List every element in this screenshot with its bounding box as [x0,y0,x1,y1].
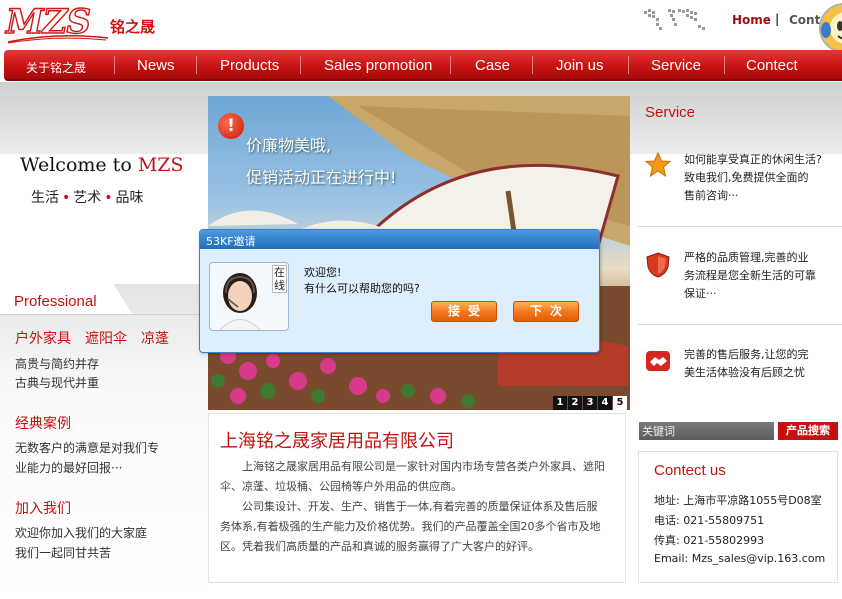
service-line: 严格的品质管理,完善的业 [684,251,809,264]
home-link[interactable]: Home [732,13,771,27]
service-item-text: 如何能享受真正的休闲生活? 致电我们,免费提供全面的 售前咨询··· [684,151,840,205]
product-line: 古典与现代并重 [15,376,100,390]
contact-fax: 传真: 021-55802993 [654,534,765,547]
logo[interactable]: MZS 铭之晟 [5,1,156,44]
slide-page-button[interactable]: 3 [583,396,597,410]
slide-pager: 1 2 3 4 5 [553,396,627,410]
top-header: MZS 铭之晟 Home | Cont [0,0,842,53]
chat-invite-dialog: 53KF邀请 在线 欢迎您! 有什么可以帮助您的吗? 接受 下次 [199,229,600,353]
product-search-button[interactable]: 产品搜索 [778,422,838,440]
main-nav-bar: 关于铭之晟 News Products Sales promotion Case… [4,50,842,81]
cases-heading[interactable]: 经典案例 [15,413,71,433]
service-line: 致电我们,免费提供全面的 [684,171,809,184]
service-heading: Service [645,104,696,121]
intro-paragraph-line: 公司集设计、开发、生产、销售于一体,有着完善的质量保证体系及售后服 [242,500,598,513]
service-divider [638,324,842,325]
motto-dot: • [104,190,113,206]
nav-item-contect[interactable]: Contect [746,57,798,74]
star-icon [645,152,671,178]
contact-email[interactable]: Email: Mzs_sales@vip.163.com [654,552,825,565]
motto-word: 艺术 [73,190,102,206]
company-name-heading: 上海铭之晟家居用品有限公司 [220,431,454,452]
category-link-outdoor-furniture[interactable]: 户外家具 [15,331,71,347]
nav-divider [300,56,301,74]
sidebar-divider [0,314,208,315]
service-line: 售前咨询··· [684,189,739,202]
service-line: 美生活体验没有后顾之忧 [684,366,805,379]
handshake-icon [646,351,670,371]
chat-greeting: 欢迎您! [304,266,342,279]
logo-swoosh-icon [7,35,109,44]
welcome-title-prefix: Welcome to [20,154,132,176]
nav-divider [114,56,115,74]
cases-text: 业能力的最好回报··· [15,461,123,475]
service-line: 如何能享受真正的休闲生活? [684,153,822,166]
service-line: 完善的售后服务,让您的完 [684,348,809,361]
banner-subline: 促销活动正在进行中! [246,168,397,187]
customer-service-face-icon[interactable] [816,2,842,54]
product-categories: 户外家具 遮阳伞 凉蓬 [15,328,183,348]
alert-icon: ! [218,113,244,139]
welcome-title: Welcome to MZS [20,154,184,176]
join-heading[interactable]: 加入我们 [15,498,71,518]
nav-item-products[interactable]: Products [220,57,279,74]
cases-text: 无数客户的满意是对我们专 [15,441,160,455]
welcome-title-brand: MZS [137,154,184,176]
join-text: 欢迎你加入我们的大家庭 [15,526,148,540]
chat-title: 53KF邀请 [206,235,256,248]
keyword-search-input[interactable] [639,422,774,440]
professional-title: Professional [14,293,97,310]
slide-page-button-active[interactable]: 5 [613,396,627,410]
logo-chinese-name: 铭之晟 [110,18,156,36]
slide-page-button[interactable]: 2 [568,396,582,410]
nav-divider [724,56,725,74]
chat-question: 有什么可以帮助您的吗? [304,282,420,295]
contact-address: 地址: 上海市平凉路1055号D08室 [654,494,822,507]
intro-paragraph-line: 上海铭之晟家居用品有限公司是一家针对国内市场专营各类户外家具、遮阳 [242,460,605,473]
category-link-parasol[interactable]: 遮阳伞 [85,331,127,347]
chat-titlebar[interactable]: 53KF邀请 [200,230,599,249]
welcome-panel: Welcome to MZS 生活 • 艺术 • 品味 [0,154,208,284]
service-item-text: 完善的售后服务,让您的完 美生活体验没有后顾之忧 [684,346,840,382]
intro-paragraph-line: 区。凭着我们高质量的产品和真诚的服务赢得了广大客户的好评。 [220,540,539,553]
motto-dot: • [62,190,71,206]
agent-avatar: 在线 [209,262,289,331]
nav-divider [532,56,533,74]
nav-divider [450,56,451,74]
category-link-canopy[interactable]: 凉蓬 [141,331,169,347]
nav-item-service[interactable]: Service [651,57,701,74]
nav-item-sales-promotion[interactable]: Sales promotion [324,57,432,74]
decline-chat-button[interactable]: 下次 [513,301,579,322]
service-line: 务流程是您全新生活的可靠 [684,269,816,282]
contact-phone: 电话: 021-55809751 [654,514,765,527]
service-divider [638,226,842,227]
motto-word: 生活 [31,190,59,206]
top-link-separator: | [775,12,780,26]
accept-chat-button[interactable]: 接受 [431,301,497,322]
intro-paragraph-line: 务体系,有着极强的生产能力及价格优势。我们的产品覆盖全国20多个省市及地 [220,520,601,533]
banner-headline: 价廉物美哦, [246,136,332,155]
intro-paragraph-line: 伞、凉蓬、垃圾桶、公园椅等户外用品的供应商。 [220,480,462,493]
world-map-icon [644,9,705,30]
online-status-label: 在线 [272,265,287,293]
service-item-text: 严格的品质管理,完善的业 务流程是您全新生活的可靠 保证··· [684,249,840,303]
nav-divider [196,56,197,74]
service-line: 保证··· [684,287,717,300]
nav-item-news[interactable]: News [137,57,175,74]
motto-word: 品味 [115,190,144,206]
welcome-motto: 生活 • 艺术 • 品味 [31,187,144,207]
contact-panel: Contect us 地址: 上海市平凉路1055号D08室 电话: 021-5… [638,451,838,583]
left-sidebar: Professional 户外家具 遮阳伞 凉蓬 高贵与简约并存 古典与现代并重 经… [0,284,208,599]
product-line: 高贵与简约并存 [15,357,100,371]
shield-icon [646,252,670,278]
slide-page-button[interactable]: 4 [598,396,612,410]
slide-page-button[interactable]: 1 [553,396,567,410]
join-text: 我们一起同甘共苦 [15,546,112,560]
nav-item-join-us[interactable]: Join us [556,57,604,74]
nav-divider [628,56,629,74]
company-intro: 上海铭之晟家居用品有限公司 上海铭之晟家居用品有限公司是一家针对国内市场专营各类… [208,413,626,583]
contact-heading: Contect us [654,462,726,479]
nav-item-about[interactable]: 关于铭之晟 [26,59,86,76]
nav-item-case[interactable]: Case [475,57,510,74]
